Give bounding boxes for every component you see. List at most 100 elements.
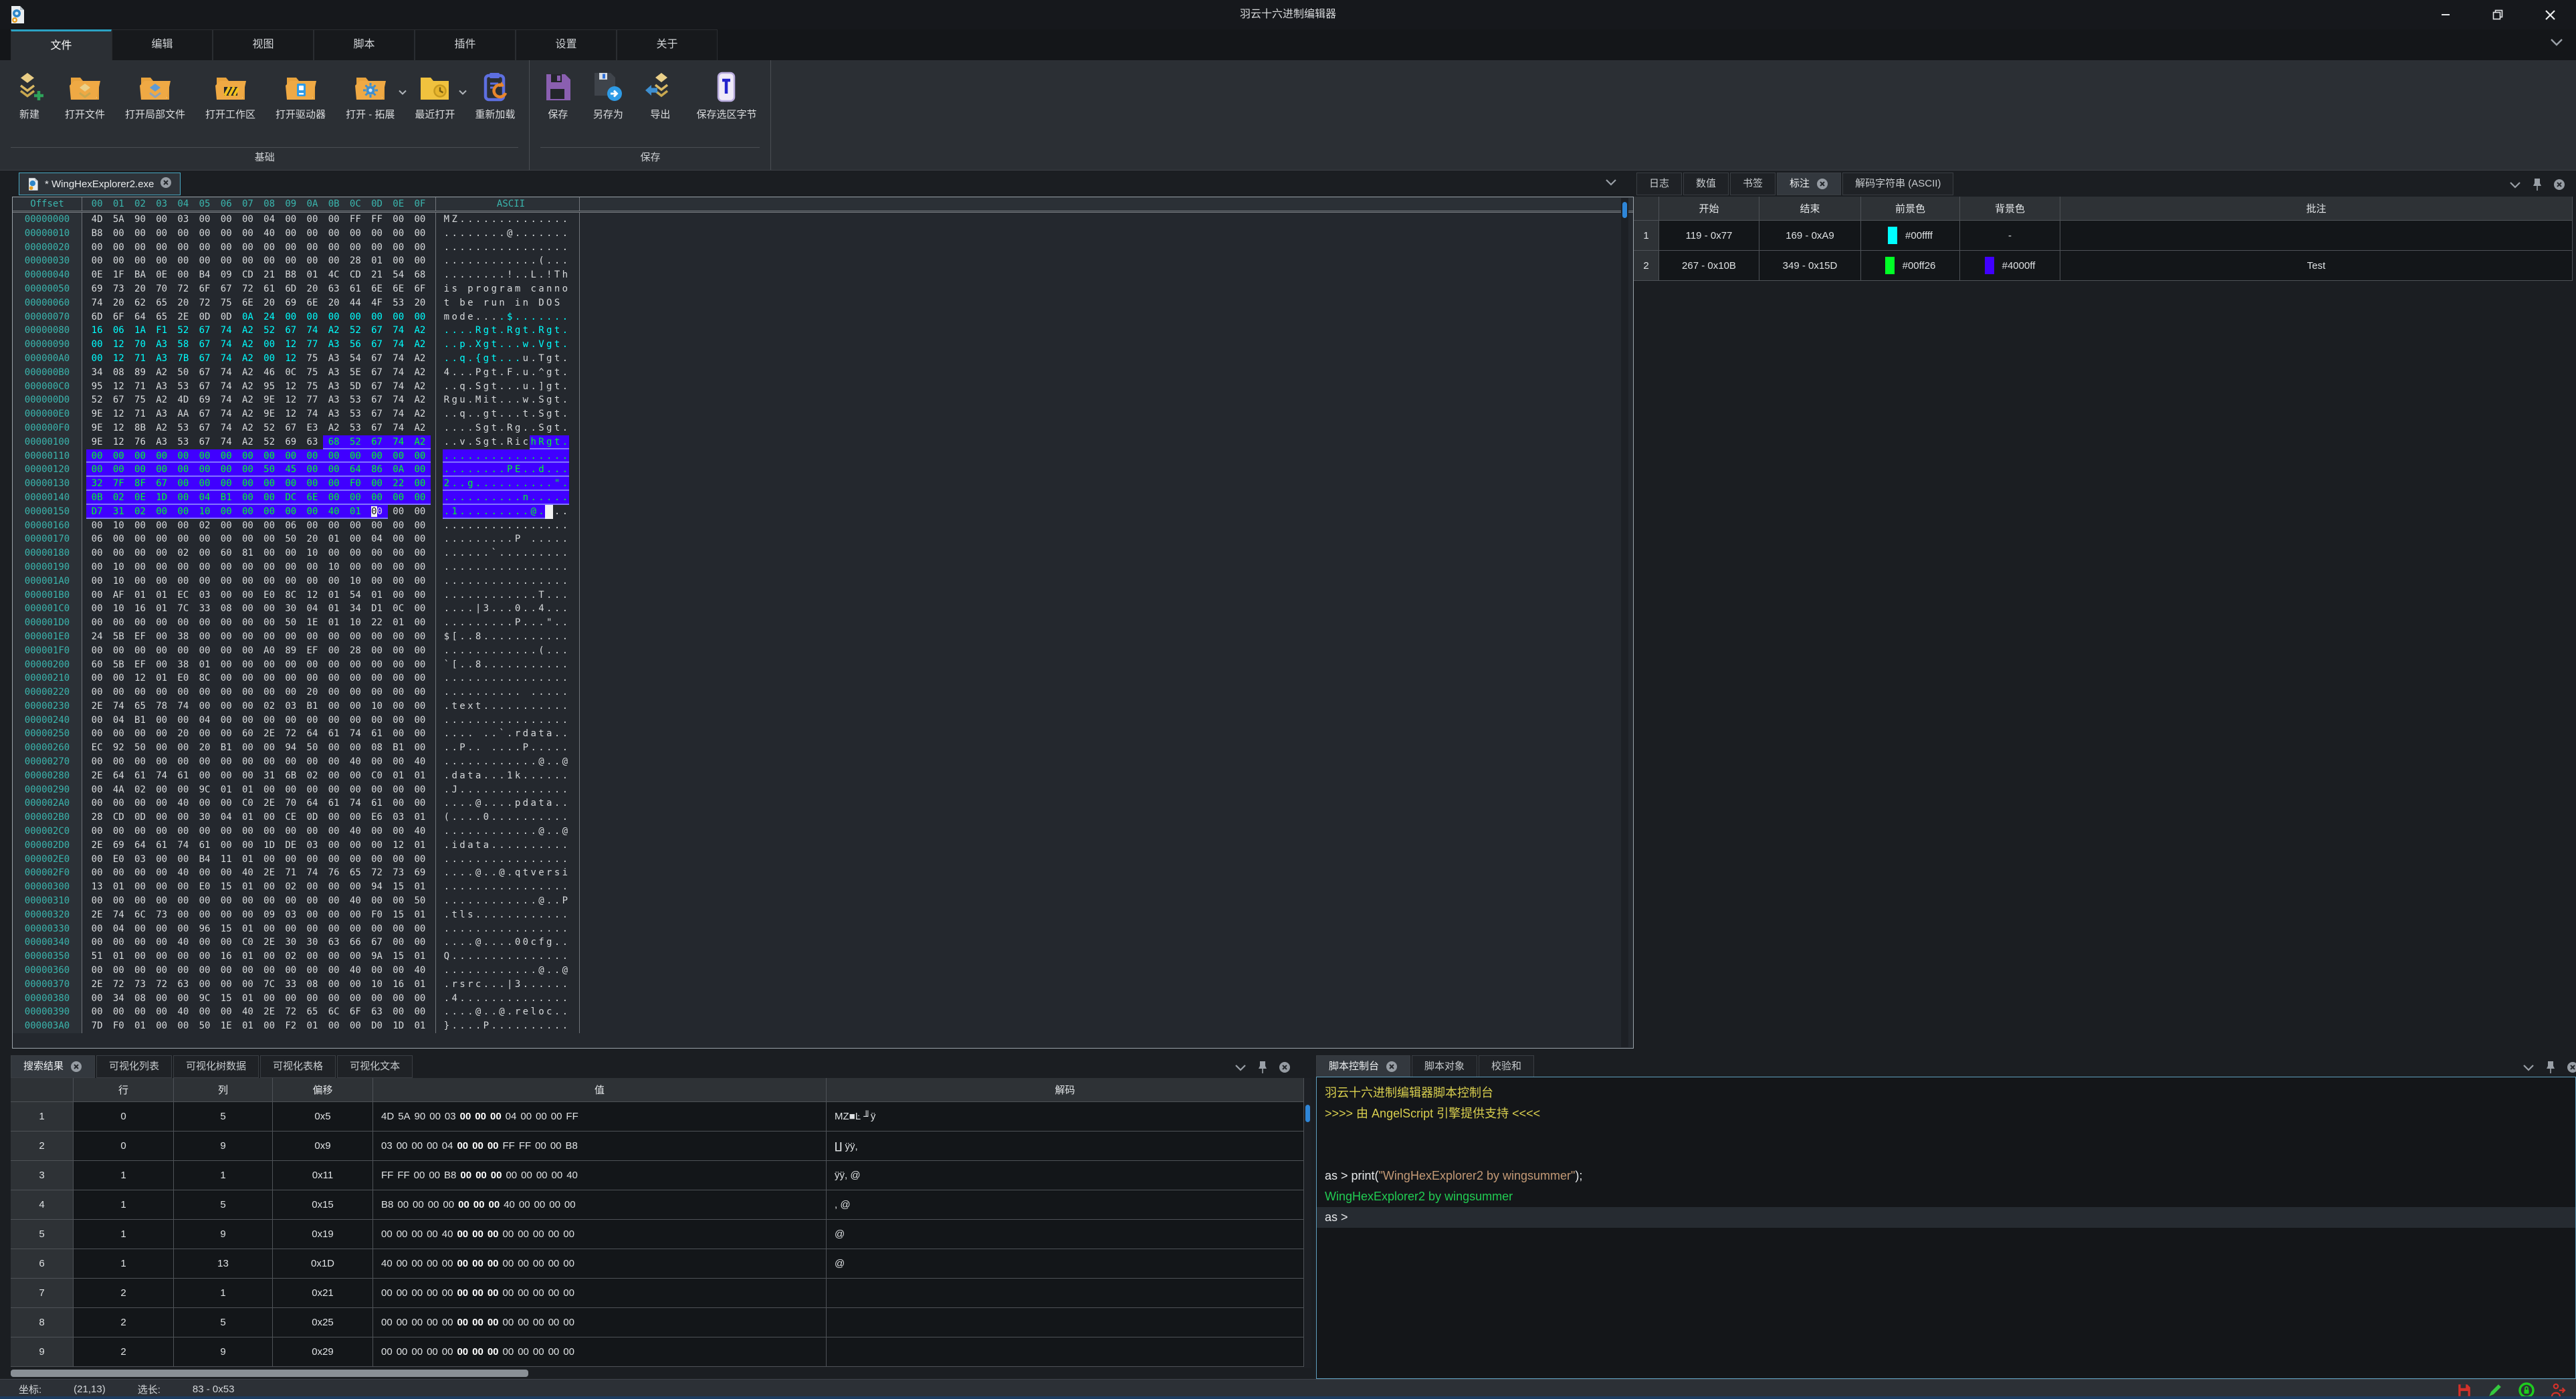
hex-byte[interactable]: 8F [129,477,150,491]
hex-byte[interactable]: B4 [194,268,215,282]
hex-byte[interactable]: 4C [323,268,344,282]
hex-byte[interactable]: 00 [129,254,150,268]
row-number[interactable]: 2 [11,1132,74,1161]
hex-byte[interactable]: 00 [323,310,344,324]
hex-byte[interactable]: A2 [237,407,258,421]
hex-view[interactable]: Offset000102030405060708090A0B0C0D0E0FAS… [12,197,1634,1049]
hex-byte[interactable]: A3 [323,352,344,366]
hex-byte[interactable]: 61 [173,769,194,783]
hex-byte[interactable]: 00 [151,811,173,825]
hex-byte[interactable]: 12 [302,588,323,603]
hex-byte[interactable]: 08 [108,366,129,380]
hex-byte[interactable]: 00 [151,616,173,630]
hex-byte[interactable]: 00 [366,505,387,519]
menu-tab-3[interactable]: 视图 [213,29,314,60]
hex-byte[interactable]: 30 [194,811,215,825]
hex-byte[interactable]: A3 [151,407,173,421]
hex-byte[interactable]: 6F [194,282,215,296]
hex-byte[interactable]: 00 [280,449,302,463]
hex-byte[interactable]: 00 [388,727,409,741]
annotation-col-header[interactable]: 批注 [2060,197,2573,221]
hex-row[interactable]: 000002E000E0030000B411010000000000000000… [13,853,1633,867]
hex-byte[interactable]: 69 [108,839,129,853]
console-tab-1[interactable]: 脚本控制台 [1316,1055,1410,1078]
hex-byte[interactable]: 00 [323,755,344,769]
hex-byte[interactable]: 00 [151,560,173,574]
hex-byte[interactable]: 69 [194,393,215,407]
hex-row[interactable]: 000002302E746578740000000203B10000100000… [13,699,1633,714]
hex-byte[interactable]: 20 [323,296,344,310]
hex-byte[interactable]: 00 [409,796,431,811]
search-result-row[interactable]: 9290x2900000000000000000000000000 [11,1337,1304,1367]
hex-byte[interactable]: 63 [302,435,323,449]
hex-byte[interactable]: 00 [323,964,344,978]
hex-byte[interactable]: 00 [173,463,194,477]
hex-byte[interactable]: 00 [215,825,237,839]
hex-byte[interactable]: 65 [151,296,173,310]
search-col-header[interactable]: 解码 [827,1078,1304,1102]
hex-byte[interactable]: 00 [259,254,280,268]
hex-byte[interactable]: A2 [237,435,258,449]
document-tab[interactable]: * WingHexExplorer2.exe [19,173,181,195]
metadata-tab-1[interactable]: 日志 [1636,173,1682,195]
hex-byte[interactable]: 4D [86,213,108,227]
hex-byte[interactable]: 01 [194,658,215,672]
hex-byte[interactable]: 00 [129,644,150,658]
hex-byte[interactable]: 00 [86,1005,108,1019]
hex-byte[interactable]: 1D [151,491,173,505]
hex-byte[interactable]: 1D [388,1019,409,1033]
hex-byte[interactable]: 00 [194,254,215,268]
hex-byte[interactable]: 6F [108,310,129,324]
hex-ascii[interactable]: .text........... [435,699,580,714]
hex-byte[interactable]: 20 [302,282,323,296]
hex-byte[interactable]: 12 [108,338,129,352]
hex-byte[interactable]: 01 [409,1019,431,1033]
hex-byte[interactable]: 30 [280,602,302,616]
hex-byte[interactable]: 00 [302,714,323,728]
hex-byte[interactable]: 00 [86,894,108,908]
hex-byte[interactable]: 00 [86,714,108,728]
hex-byte[interactable]: 00 [86,755,108,769]
hex-scrollbar-thumb[interactable] [1622,202,1627,218]
search-result-row[interactable]: 1050x54D5A90000300000004000000FFMZ■Ŀ ╜ÿ [11,1102,1304,1132]
hex-byte[interactable]: 00 [237,978,258,992]
hex-byte[interactable]: 00 [151,714,173,728]
hex-byte[interactable]: 00 [237,227,258,241]
hex-byte[interactable]: 00 [151,574,173,588]
hex-byte[interactable]: 00 [86,992,108,1006]
hex-byte[interactable]: 67 [366,338,387,352]
hex-byte[interactable]: 00 [108,825,129,839]
hex-byte[interactable]: 61 [323,796,344,811]
hex-byte[interactable]: 2E [86,908,108,922]
hex-byte[interactable]: 00 [259,755,280,769]
hex-byte[interactable]: 62 [129,296,150,310]
hex-byte[interactable]: 08 [129,992,150,1006]
hex-byte[interactable]: B4 [194,853,215,867]
hex-byte[interactable]: 00 [323,685,344,699]
hex-row[interactable]: 0000003000000000000000000000000028010000… [13,254,1633,268]
hex-byte[interactable]: 67 [108,393,129,407]
hex-byte[interactable]: 4F [366,296,387,310]
hex-byte[interactable]: 67 [366,366,387,380]
hex-byte[interactable]: 00 [151,630,173,644]
hex-row[interactable]: 00000200605BEF00380100000000000000000000… [13,658,1633,672]
hex-byte[interactable]: 00 [388,532,409,546]
hex-byte[interactable]: 74 [173,699,194,714]
hex-row[interactable]: 00000130327F8F670000000000000000F0002200… [13,477,1633,491]
hex-byte[interactable]: 00 [151,866,173,880]
hex-byte[interactable]: 21 [259,268,280,282]
hex-byte[interactable]: 00 [173,449,194,463]
hex-byte[interactable]: 10 [323,560,344,574]
hex-byte[interactable]: 50 [302,741,323,755]
hex-row[interactable]: 000000F09E128BA2536774A25267E3A2536774A2… [13,421,1633,435]
hex-byte[interactable]: 01 [129,588,150,603]
hex-byte[interactable]: 00 [108,964,129,978]
ribbon-button-recent-open[interactable]: 最近打开 [405,70,465,121]
hex-byte[interactable]: 5B [108,658,129,672]
hex-byte[interactable]: 00 [173,685,194,699]
search-tab-1[interactable]: 搜索结果 [11,1055,95,1078]
hex-byte[interactable]: 00 [409,254,431,268]
hex-byte[interactable]: 44 [344,296,366,310]
hex-byte[interactable]: 00 [129,1005,150,1019]
hex-byte[interactable]: 74 [302,324,323,338]
